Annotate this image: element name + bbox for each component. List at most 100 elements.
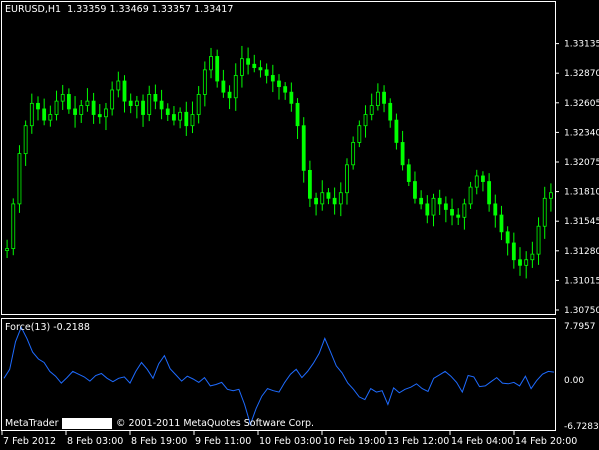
candle-body xyxy=(530,253,535,261)
candle-body xyxy=(431,197,436,216)
price-tick-label: 1.30750 xyxy=(564,306,599,316)
candle-body xyxy=(493,203,498,216)
candle-body xyxy=(406,164,411,182)
candle-body xyxy=(23,125,28,155)
candle-body xyxy=(524,259,529,266)
candle-body xyxy=(17,153,22,205)
indicator-axis: 7.7957 0.00 -6.7283 xyxy=(564,322,599,432)
footer-copyright: © 2001-2011 MetaQuotes Software Corp. xyxy=(116,418,315,429)
candle-body xyxy=(66,94,71,110)
candle-body xyxy=(73,108,77,115)
candle-body xyxy=(468,186,473,205)
candle-body xyxy=(283,86,288,93)
candle-body xyxy=(110,89,115,110)
candle-body xyxy=(443,203,448,210)
candle-body xyxy=(351,142,356,166)
candle-body xyxy=(437,197,442,205)
candle-body xyxy=(240,58,244,76)
time-axis: 7 Feb 2012 8 Feb 03:00 8 Feb 19:00 9 Feb 11… xyxy=(1,431,577,447)
candle-body xyxy=(456,214,461,218)
price-tick-label: 1.32605 xyxy=(564,99,599,109)
candle-body xyxy=(326,192,331,199)
candle-body xyxy=(536,225,541,255)
candle-body xyxy=(5,248,9,251)
candle-body xyxy=(505,231,510,244)
indicator-scale-top: 7.7957 xyxy=(564,322,596,332)
candle-body xyxy=(184,111,189,127)
candle-body xyxy=(122,80,127,102)
candle-body xyxy=(141,100,145,115)
time-tick-label: 8 Feb 19:00 xyxy=(131,436,187,447)
price-tick-label: 1.32870 xyxy=(564,69,599,79)
price-axis: 1.33135 1.32870 1.32605 1.32340 1.32075 1.318… xyxy=(555,40,599,316)
candle-body xyxy=(29,102,34,127)
candle-body xyxy=(48,114,53,121)
time-tick-label: 8 Feb 03:00 xyxy=(67,436,123,447)
candle-body xyxy=(165,108,170,115)
price-candles xyxy=(5,45,553,279)
candle-body xyxy=(413,181,417,199)
candle-body xyxy=(116,80,121,91)
candle-body xyxy=(258,67,263,71)
indicator-scale-mid: 0.00 xyxy=(564,376,584,386)
candle-body xyxy=(36,102,40,110)
candle-body xyxy=(215,56,220,82)
candle-body xyxy=(388,102,393,121)
chart-canvas[interactable]: 1.33135 1.32870 1.32605 1.32340 1.32075 1.318… xyxy=(0,0,599,450)
candle-body xyxy=(357,125,362,143)
candle-body xyxy=(295,102,300,127)
candle-body xyxy=(246,58,251,65)
candle-body xyxy=(91,100,96,115)
candle-body xyxy=(419,197,424,205)
close-price: 1.33417 xyxy=(194,4,234,15)
time-tick-label: 9 Feb 11:00 xyxy=(195,436,251,447)
chart-window[interactable]: 1.33135 1.32870 1.32605 1.32340 1.32075 1.318… xyxy=(0,0,599,450)
time-tick-label: 10 Feb 19:00 xyxy=(323,436,385,447)
low-price: 1.33357 xyxy=(151,4,192,15)
candle-body xyxy=(345,164,349,194)
candle-body xyxy=(202,69,207,95)
candle-body xyxy=(85,100,90,106)
candle-body xyxy=(252,63,257,69)
price-pane-border xyxy=(1,1,556,315)
candle-body xyxy=(209,56,213,71)
time-tick-label: 13 Feb 12:00 xyxy=(387,436,449,447)
candle-body xyxy=(462,203,467,218)
footer-brand: MetaTrader xyxy=(5,418,59,429)
high-price: 1.33469 xyxy=(109,4,149,15)
candle-body xyxy=(42,108,47,121)
indicator-title: Force(13) -0.2188 xyxy=(5,322,90,333)
candle-body xyxy=(549,192,553,199)
candle-body xyxy=(511,242,516,261)
candle-body xyxy=(518,259,522,266)
candle-body xyxy=(369,105,374,115)
candle-body xyxy=(97,114,102,118)
candle-body xyxy=(301,125,306,171)
candle-body xyxy=(104,108,108,118)
force-line xyxy=(3,326,555,427)
candle-body xyxy=(338,192,343,205)
candle-body xyxy=(499,214,504,233)
time-tick-label: 14 Feb 04:00 xyxy=(451,436,513,447)
candle-body xyxy=(221,80,226,93)
candle-body xyxy=(190,114,195,127)
candle-body xyxy=(400,142,405,166)
candle-body xyxy=(227,91,232,99)
candle-body xyxy=(289,91,294,104)
price-tick-label: 1.32075 xyxy=(564,158,599,168)
chart-header: EURUSD,H1 1.33359 1.33469 1.33357 1.3341… xyxy=(5,4,233,15)
candle-body xyxy=(474,175,479,188)
symbol-label: EURUSD,H1 xyxy=(5,4,62,15)
candle-body xyxy=(307,169,312,199)
candle-body xyxy=(270,75,275,82)
time-tick-label: 7 Feb 2012 xyxy=(3,436,56,447)
candle-body xyxy=(394,119,399,143)
candle-body xyxy=(481,175,485,182)
candle-body xyxy=(375,91,380,106)
time-tick-label: 14 Feb 20:00 xyxy=(515,436,577,447)
price-tick-label: 1.32340 xyxy=(564,128,599,138)
candle-body xyxy=(542,197,547,227)
open-price: 1.33359 xyxy=(67,4,107,15)
candle-body xyxy=(277,80,281,88)
candle-body xyxy=(172,114,176,121)
